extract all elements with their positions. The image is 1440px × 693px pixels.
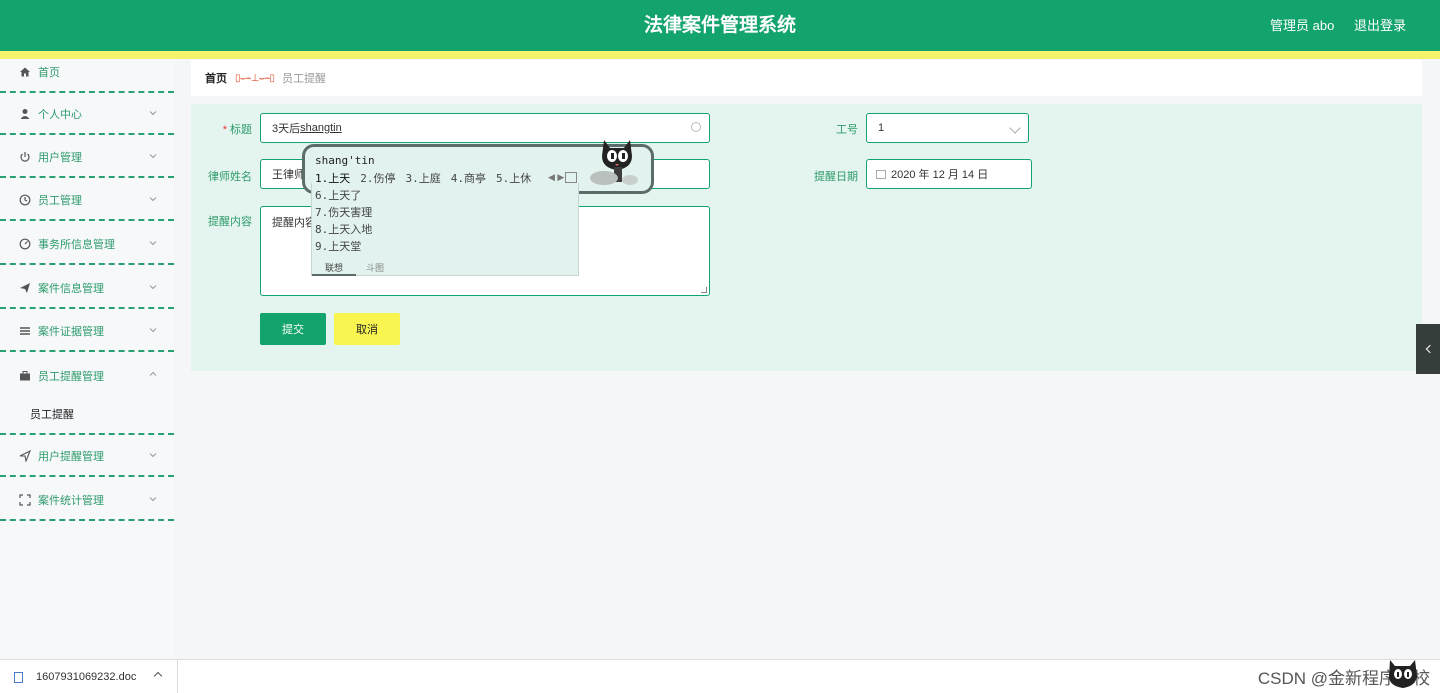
chevron-up-icon[interactable] <box>153 671 163 681</box>
sidebar-subitem-staff-reminder[interactable]: 员工提醒 <box>0 394 174 435</box>
content-value: 提醒内容 <box>272 217 316 229</box>
sidebar-item-label: 员工管理 <box>38 194 82 207</box>
ime-candidate[interactable]: 9.上天堂 <box>315 238 361 254</box>
sidebar-item-case-info[interactable]: 案件信息管理 <box>0 268 174 309</box>
ime-candidate[interactable]: 7.伤天害理 <box>315 204 372 220</box>
date-value: 2020 年 12 月 14 日 <box>891 169 989 181</box>
chevron-up-icon <box>149 371 157 376</box>
top-right-menu: 管理员 abo 退出登录 <box>1254 0 1406 51</box>
sidebar-item-firm-info[interactable]: 事务所信息管理 <box>0 224 174 265</box>
logout-link[interactable]: 退出登录 <box>1354 18 1406 33</box>
sidebar-item-label: 事务所信息管理 <box>38 238 115 251</box>
ime-candidate[interactable]: 1.上天 <box>315 172 350 185</box>
ime-candidate[interactable]: 5.上休 <box>496 172 531 185</box>
expand-icon <box>18 493 32 507</box>
sidebar-item-home[interactable]: 首页 <box>0 52 174 93</box>
user-label[interactable]: 管理员 abo <box>1270 18 1334 33</box>
breadcrumb-current: 员工提醒 <box>282 73 327 85</box>
clear-icon[interactable] <box>691 122 701 132</box>
job-no-value: 1 <box>878 122 885 134</box>
chevron-left-icon <box>1425 344 1434 354</box>
sidebar-item-staff[interactable]: 员工管理 <box>0 180 174 221</box>
ime-candidate[interactable]: 4.商亭 <box>451 172 486 185</box>
lawyer-name-label: 律师姓名 <box>208 171 252 183</box>
chevron-down-icon <box>149 154 157 159</box>
chevron-down-icon <box>1009 122 1021 134</box>
title-input-value: 3天后 <box>272 123 301 135</box>
home-icon <box>18 65 32 79</box>
sidebar-item-staff-reminders[interactable]: 员工提醒管理 <box>0 355 174 396</box>
user-icon <box>18 107 32 121</box>
sidebar-item-label: 个人中心 <box>38 108 82 121</box>
sidebar-item-case-stats[interactable]: 案件统计管理 <box>0 480 174 521</box>
ime-candidate[interactable]: 8.上天入地 <box>315 221 372 237</box>
sidebar-item-label: 首页 <box>38 66 60 79</box>
submit-button[interactable]: 提交 <box>260 313 326 345</box>
ime-expand-icon[interactable] <box>565 172 577 183</box>
power-icon <box>18 150 32 164</box>
side-panel-toggle-button[interactable] <box>1416 324 1440 374</box>
sidebar-item-user-reminders[interactable]: 用户提醒管理 <box>0 436 174 477</box>
lawyer-name-value: 王律师 <box>272 169 305 181</box>
ime-tab-doutu[interactable]: 斗图 <box>366 261 384 274</box>
sidebar-item-label: 用户管理 <box>38 151 82 164</box>
ime-candidate[interactable]: 2.伤停 <box>360 172 395 185</box>
content-label: 提醒内容 <box>208 216 252 228</box>
date-label: 提醒日期 <box>814 171 858 183</box>
breadcrumb-separator-icon: ▯⌣⌢⊥⌣⌢▯ <box>235 72 275 84</box>
ime-tabs: 联想 斗图 <box>312 261 578 276</box>
briefcase-icon <box>18 369 32 383</box>
ime-candidate-row: 1.上天 2.伤停 3.上庭 4.商亭 5.上休 <box>315 170 531 186</box>
chevron-down-icon <box>149 285 157 290</box>
chevron-down-icon <box>149 241 157 246</box>
cancel-button[interactable]: 取消 <box>334 313 400 345</box>
ime-mascot-icon <box>590 140 638 185</box>
title-input-composition: shangtin <box>300 122 342 134</box>
gauge-icon <box>18 237 32 251</box>
sidebar-item-label: 案件证据管理 <box>38 325 104 338</box>
document-icon <box>14 671 23 683</box>
download-bar: 1607931069232.doc <box>0 659 1440 693</box>
calendar-icon <box>876 169 886 179</box>
ime-candidate[interactable]: 6.上天了 <box>315 187 361 203</box>
sidebar-item-label: 员工提醒管理 <box>38 370 104 383</box>
chevron-down-icon <box>149 328 157 333</box>
sidebar-item-label: 案件信息管理 <box>38 282 104 295</box>
chevron-down-icon <box>149 197 157 202</box>
title-label: * 标题 <box>222 124 252 136</box>
ime-tab-lianxiang[interactable]: 联想 <box>312 261 356 276</box>
download-item[interactable]: 1607931069232.doc <box>0 660 178 693</box>
sidebar-item-case-evidence[interactable]: 案件证据管理 <box>0 311 174 352</box>
sidebar: 首页 个人中心 用户管理 员工管理 事务所信息管理 案件信息管理 案件证据管理 … <box>0 59 174 659</box>
top-bar-stripe <box>0 51 1440 59</box>
ime-candidate[interactable]: 3.上庭 <box>406 172 441 185</box>
ime-pinyin: shang'tin <box>315 154 375 167</box>
chevron-down-icon <box>149 111 157 116</box>
chevron-down-icon <box>149 497 157 502</box>
list-icon <box>18 324 32 338</box>
job-no-label: 工号 <box>836 124 858 136</box>
job-no-select[interactable]: 1 <box>866 113 1029 143</box>
navigation-icon <box>18 449 32 463</box>
sidebar-item-users[interactable]: 用户管理 <box>0 137 174 178</box>
resize-handle-icon[interactable] <box>701 287 707 293</box>
sidebar-item-label: 案件统计管理 <box>38 494 104 507</box>
chevron-down-icon <box>149 453 157 458</box>
breadcrumb: 首页 ▯⌣⌢⊥⌣⌢▯ 员工提醒 <box>191 60 1422 96</box>
mascot-corner-icon <box>1389 660 1417 688</box>
app-title: 法律案件管理系统 <box>643 15 796 36</box>
ime-page-arrows-icon[interactable]: ◀ ▶ <box>548 172 564 183</box>
download-filename: 1607931069232.doc <box>36 671 137 683</box>
clock-icon <box>18 193 32 207</box>
sidebar-item-label: 用户提醒管理 <box>38 450 104 463</box>
breadcrumb-home[interactable]: 首页 <box>205 70 227 86</box>
send-icon <box>18 281 32 295</box>
date-picker[interactable]: 2020 年 12 月 14 日 <box>866 159 1032 189</box>
sidebar-item-profile[interactable]: 个人中心 <box>0 94 174 135</box>
